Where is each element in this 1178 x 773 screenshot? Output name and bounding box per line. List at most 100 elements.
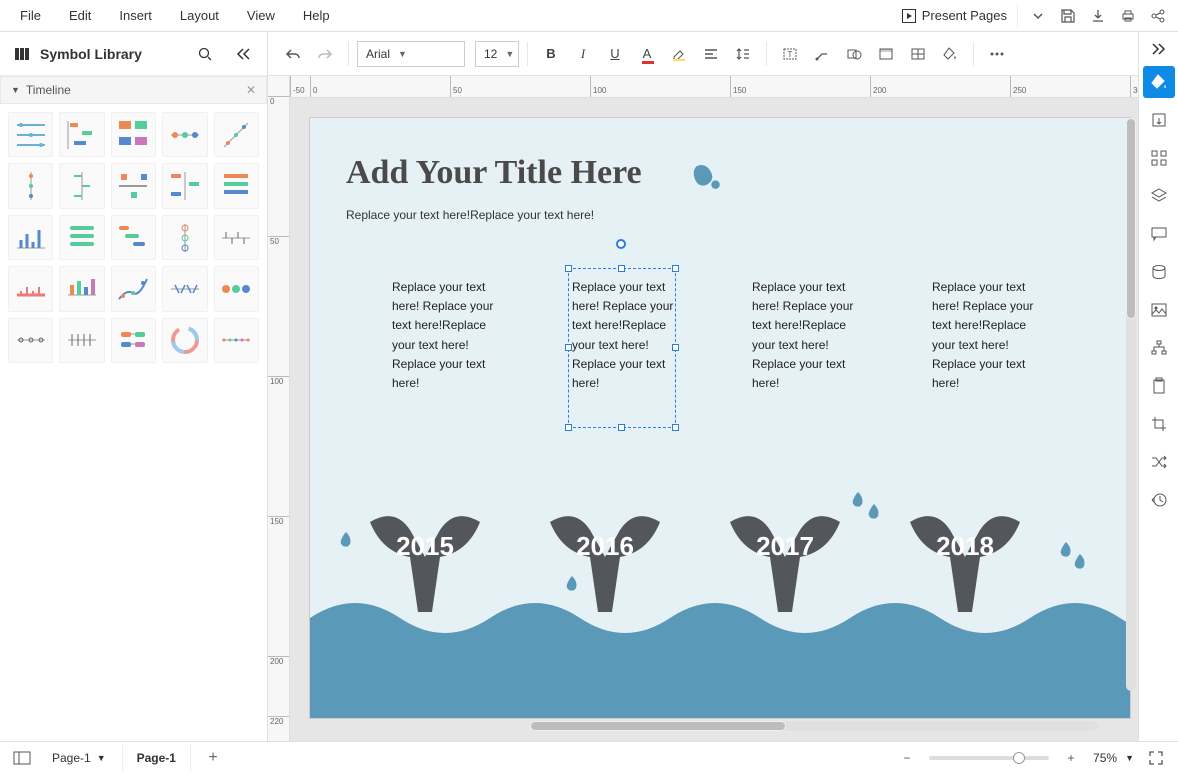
- save-icon[interactable]: [1054, 2, 1082, 30]
- present-pages-button[interactable]: Present Pages: [892, 4, 1018, 27]
- clipboard-tab[interactable]: [1143, 370, 1175, 402]
- fill-color-button[interactable]: [935, 39, 965, 69]
- symbol-library-panel: Symbol Library ▼ Timeline ✕: [0, 32, 268, 741]
- export-tab[interactable]: [1143, 104, 1175, 136]
- container-button[interactable]: [871, 39, 901, 69]
- waves-graphic: [310, 588, 1130, 718]
- symbol-thumb[interactable]: [214, 163, 259, 208]
- font-size-select[interactable]: 12▼: [475, 41, 519, 67]
- connector-button[interactable]: [807, 39, 837, 69]
- text-block-3[interactable]: Replace your text here! Replace your tex…: [752, 278, 872, 393]
- symbol-thumb[interactable]: [111, 215, 156, 260]
- symbol-thumb[interactable]: [162, 215, 207, 260]
- menu-layout[interactable]: Layout: [166, 2, 233, 29]
- font-family-select[interactable]: Arial▼: [357, 41, 465, 67]
- symbol-thumb[interactable]: [8, 318, 53, 363]
- present-dropdown[interactable]: [1024, 2, 1052, 30]
- line-spacing-button[interactable]: [728, 39, 758, 69]
- category-header-timeline[interactable]: ▼ Timeline ✕: [0, 76, 267, 104]
- symbol-thumb[interactable]: [162, 318, 207, 363]
- symbol-thumb[interactable]: [111, 163, 156, 208]
- symbol-thumb[interactable]: [8, 112, 53, 157]
- tree-tab[interactable]: [1143, 332, 1175, 364]
- page-select[interactable]: Page-1 ▼: [46, 751, 112, 765]
- water-drop-icon: [338, 530, 354, 548]
- comment-tab[interactable]: [1143, 218, 1175, 250]
- vertical-scrollbar[interactable]: [1126, 118, 1136, 691]
- page-canvas[interactable]: Add Your Title Here Replace your text he…: [310, 118, 1130, 718]
- redo-button[interactable]: [310, 39, 340, 69]
- layers-tab[interactable]: [1143, 180, 1175, 212]
- highlight-button[interactable]: [664, 39, 694, 69]
- table-button[interactable]: [903, 39, 933, 69]
- italic-button[interactable]: I: [568, 39, 598, 69]
- symbol-thumb[interactable]: [214, 112, 259, 157]
- symbol-thumb[interactable]: [8, 163, 53, 208]
- pages-panel-icon[interactable]: [8, 744, 36, 772]
- collapse-left-icon[interactable]: [229, 40, 257, 68]
- more-button[interactable]: [982, 39, 1012, 69]
- text-block-1[interactable]: Replace your text here! Replace your tex…: [392, 278, 512, 393]
- horizontal-scrollbar[interactable]: [530, 721, 1098, 731]
- zoom-value[interactable]: 75%: [1093, 751, 1117, 765]
- print-icon[interactable]: [1114, 2, 1142, 30]
- shuffle-tab[interactable]: [1143, 446, 1175, 478]
- text-block-4[interactable]: Replace your text here! Replace your tex…: [932, 278, 1052, 393]
- symbol-thumb[interactable]: [59, 266, 104, 311]
- page-tab[interactable]: Page-1: [122, 745, 191, 771]
- zoom-in-button[interactable]: +: [1057, 744, 1085, 772]
- symbol-thumb[interactable]: [214, 318, 259, 363]
- symbol-thumb[interactable]: [8, 215, 53, 260]
- menu-insert[interactable]: Insert: [105, 2, 166, 29]
- symbol-thumb[interactable]: [59, 112, 104, 157]
- crop-tab[interactable]: [1143, 408, 1175, 440]
- text-block-2[interactable]: Replace your text here! Replace your tex…: [572, 278, 692, 393]
- page-title[interactable]: Add Your Title Here: [346, 154, 642, 192]
- menu-help[interactable]: Help: [289, 2, 344, 29]
- library-title: Symbol Library: [40, 46, 181, 62]
- symbol-thumb[interactable]: [59, 163, 104, 208]
- zoom-out-button[interactable]: −: [893, 744, 921, 772]
- collapse-right-icon[interactable]: [1145, 38, 1173, 60]
- symbol-thumb[interactable]: [59, 318, 104, 363]
- grid-tab[interactable]: [1143, 142, 1175, 174]
- rotation-handle-icon[interactable]: [616, 239, 626, 249]
- symbol-thumb[interactable]: [59, 215, 104, 260]
- zoom-slider[interactable]: [929, 756, 1049, 760]
- right-panel-tabs: [1138, 32, 1178, 741]
- underline-button[interactable]: U: [600, 39, 630, 69]
- symbol-thumb[interactable]: [111, 318, 156, 363]
- undo-button[interactable]: [278, 39, 308, 69]
- symbol-thumb[interactable]: [111, 112, 156, 157]
- share-icon[interactable]: [1144, 2, 1172, 30]
- text-box-button[interactable]: T: [775, 39, 805, 69]
- symbol-thumb[interactable]: [162, 163, 207, 208]
- data-tab[interactable]: [1143, 256, 1175, 288]
- search-icon[interactable]: [191, 40, 219, 68]
- close-category-icon[interactable]: ✕: [246, 83, 256, 97]
- symbol-thumb[interactable]: [162, 112, 207, 157]
- fullscreen-icon[interactable]: [1142, 744, 1170, 772]
- symbol-thumb[interactable]: [214, 215, 259, 260]
- symbol-thumb[interactable]: [8, 266, 53, 311]
- menu-file[interactable]: File: [6, 2, 55, 29]
- water-drop-icon: [1072, 552, 1088, 570]
- play-icon: [902, 9, 916, 23]
- symbol-thumb[interactable]: [111, 266, 156, 311]
- shape-button[interactable]: [839, 39, 869, 69]
- download-icon[interactable]: [1084, 2, 1112, 30]
- font-color-button[interactable]: A: [632, 39, 662, 69]
- year-label: 2016: [530, 531, 680, 562]
- symbol-thumb[interactable]: [214, 266, 259, 311]
- page-subtitle[interactable]: Replace your text here!Replace your text…: [346, 208, 594, 222]
- image-tab[interactable]: [1143, 294, 1175, 326]
- menu-edit[interactable]: Edit: [55, 2, 105, 29]
- fill-tab[interactable]: [1143, 66, 1175, 98]
- menu-view[interactable]: View: [233, 2, 289, 29]
- history-tab[interactable]: [1143, 484, 1175, 516]
- align-button[interactable]: [696, 39, 726, 69]
- canvas-area[interactable]: Add Your Title Here Replace your text he…: [290, 98, 1138, 741]
- bold-button[interactable]: B: [536, 39, 566, 69]
- symbol-thumb[interactable]: [162, 266, 207, 311]
- add-page-button[interactable]: +: [201, 749, 225, 767]
